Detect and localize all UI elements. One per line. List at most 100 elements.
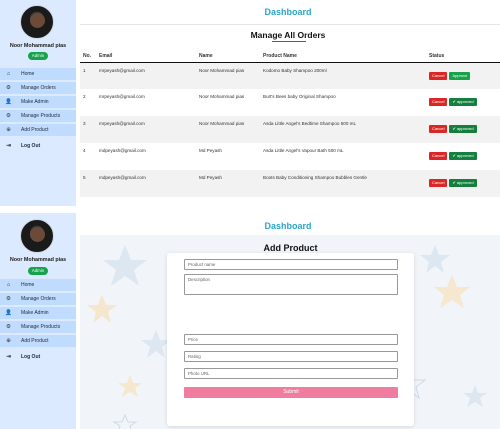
plus-circle-icon: ⊕ bbox=[6, 338, 11, 344]
logout-label: Log Out bbox=[21, 354, 41, 360]
rating-input[interactable]: Rating bbox=[184, 351, 398, 362]
row-number: 1 bbox=[80, 62, 96, 89]
sidebar-item-make-admin[interactable]: 👤 Make Admin bbox=[0, 96, 76, 108]
approved-label: approved bbox=[456, 99, 474, 104]
cancel-button[interactable]: Cancel bbox=[429, 152, 448, 160]
role-badge: Admin bbox=[28, 267, 48, 275]
orders-table: No. Email Name Product Name Status 1 mrp… bbox=[80, 51, 500, 197]
gears-icon: ⚙ bbox=[6, 324, 11, 330]
approved-badge: ✔ approved bbox=[449, 179, 477, 187]
sidebar-menu: ⌂ Home ⚙ Manage Orders 👤 Make Admin ⚙ Manage… bbox=[0, 68, 76, 154]
sidebar: Noor Mohammad pias Admin ⌂ Home ⚙ Manage O… bbox=[0, 0, 76, 206]
row-name: Md Peyash bbox=[196, 170, 260, 197]
approved-badge: ✔ approved bbox=[449, 98, 477, 106]
sidebar-item-label: Manage Products bbox=[21, 324, 61, 330]
row-product: Asda Little Angel's Vapour Bath 500 mL bbox=[263, 148, 344, 153]
user-name: Noor Mohammad pias bbox=[9, 257, 67, 263]
row-number: 4 bbox=[83, 148, 86, 153]
sidebar-item-label: Home bbox=[21, 71, 35, 77]
page-title: Dashboard bbox=[264, 7, 312, 17]
row-email: mrpeyash@gmail.com bbox=[96, 116, 196, 143]
sidebar-item-label: Make Admin bbox=[21, 99, 49, 105]
sidebar-item-make-admin[interactable]: 👤 Make Admin bbox=[0, 307, 76, 319]
cancel-button[interactable]: Cancel bbox=[429, 98, 448, 106]
logout-button[interactable]: ⇥ Log Out bbox=[0, 351, 76, 363]
sidebar-item-label: Manage Products bbox=[21, 113, 61, 119]
sidebar-item-manage-orders[interactable]: ⚙ Manage Orders bbox=[0, 82, 76, 94]
row-name: Noor Mohammad pias bbox=[196, 116, 260, 143]
row-name: Noor Mohammad pias bbox=[199, 94, 245, 99]
approved-badge: ✔ approved bbox=[449, 152, 477, 160]
row-product: Asda Little Angel's Bedtime Shampoo 500 … bbox=[260, 116, 426, 143]
column-header: Product Name bbox=[260, 51, 426, 63]
column-header: Email bbox=[96, 51, 196, 63]
row-number: 2 bbox=[83, 94, 86, 99]
user-name: Noor Mohammad pias bbox=[9, 43, 67, 49]
approved-label: approved bbox=[456, 153, 474, 158]
table-row: 1 mrpeyash@gmail.com Noor Mohammad pias … bbox=[80, 62, 500, 89]
sidebar: Noor Mohammad pias Admin ⌂ Home ⚙ Manage… bbox=[0, 213, 76, 429]
sidebar-item-add-product[interactable]: ⊕ Add Product bbox=[0, 124, 76, 136]
table-header-row: No. Email Name Product Name Status bbox=[80, 51, 500, 63]
title-underline bbox=[272, 41, 306, 42]
table-row: 3 mrpeyash@gmail.com Noor Mohammad pias … bbox=[80, 116, 500, 143]
home-icon: ⌂ bbox=[6, 282, 11, 288]
sidebar-item-manage-products[interactable]: ⚙ Manage Products bbox=[0, 321, 76, 333]
row-email: mrpeyash@gmail.com bbox=[99, 94, 145, 99]
sidebar-item-manage-products[interactable]: ⚙ Manage Products bbox=[0, 110, 76, 122]
section-title: Manage All Orders bbox=[250, 30, 326, 40]
sidebar-item-label: Add Product bbox=[21, 127, 49, 133]
plus-circle-icon: ⊕ bbox=[6, 127, 11, 133]
row-email: mdpeyash@gmail.com bbox=[96, 170, 196, 197]
row-name: Noor Mohammad pias bbox=[196, 62, 260, 89]
row-number: 3 bbox=[80, 116, 96, 143]
logout-button[interactable]: ⇥ Log Out bbox=[0, 140, 76, 152]
logout-label: Log Out bbox=[21, 143, 41, 149]
cancel-button[interactable]: Cancel bbox=[429, 71, 448, 80]
submit-button[interactable]: Submit bbox=[184, 387, 398, 398]
row-name: Md Peyash bbox=[199, 148, 222, 153]
product-name-input[interactable]: Product name bbox=[184, 259, 398, 270]
row-status: Cancel ✔ approved bbox=[426, 89, 500, 116]
description-textarea[interactable]: Description bbox=[184, 274, 398, 295]
gears-icon: ⚙ bbox=[6, 296, 11, 302]
role-badge: Admin bbox=[28, 52, 48, 60]
sidebar-item-label: Manage Orders bbox=[21, 296, 56, 302]
sidebar-item-add-product[interactable]: ⊕ Add Product bbox=[0, 335, 76, 347]
row-product: Burt's Bees baby Original Shampoo bbox=[263, 94, 336, 99]
sidebar-item-label: Home bbox=[21, 282, 35, 288]
sign-out-icon: ⇥ bbox=[6, 354, 11, 360]
approved-badge: ✔ approved bbox=[449, 125, 477, 133]
column-header: Name bbox=[196, 51, 260, 63]
gears-icon: ⚙ bbox=[6, 85, 11, 91]
photo-url-input[interactable]: Photo URL bbox=[184, 368, 398, 379]
row-product: Boots Baby Conditioning Shampoo Bubbles … bbox=[260, 170, 426, 197]
sidebar-item-home[interactable]: ⌂ Home bbox=[0, 279, 76, 291]
approve-button[interactable]: Approve bbox=[449, 71, 471, 80]
sign-out-icon: ⇥ bbox=[6, 143, 11, 149]
table-row: 4 mdpeyash@gmail.com Md Peyash Asda Litt… bbox=[80, 143, 500, 170]
sidebar-item-label: Manage Orders bbox=[21, 85, 56, 91]
sidebar-item-manage-orders[interactable]: ⚙ Manage Orders bbox=[0, 293, 76, 305]
avatar bbox=[20, 219, 54, 253]
row-status: Cancel Approve bbox=[426, 62, 500, 89]
page-title: Dashboard bbox=[264, 221, 312, 231]
row-status: Cancel ✔ approved bbox=[426, 170, 500, 197]
row-email: mdpeyash@gmail.com bbox=[99, 148, 146, 153]
user-plus-icon: 👤 bbox=[5, 99, 12, 105]
row-status: Cancel ✔ approved bbox=[426, 143, 500, 170]
gears-icon: ⚙ bbox=[6, 113, 11, 119]
divider bbox=[80, 24, 500, 25]
approved-label: approved bbox=[456, 126, 474, 131]
cancel-button[interactable]: Cancel bbox=[429, 179, 448, 187]
price-input[interactable]: Price bbox=[184, 334, 398, 345]
cancel-button[interactable]: Cancel bbox=[429, 125, 448, 133]
table-row: 2 mrpeyash@gmail.com Noor Mohammad pias … bbox=[80, 89, 500, 116]
row-email: mrpeyash@gmail.com bbox=[96, 62, 196, 89]
sidebar-item-label: Add Product bbox=[21, 338, 49, 344]
sidebar-menu: ⌂ Home ⚙ Manage Orders 👤 Make Admin ⚙ Manage… bbox=[0, 279, 76, 365]
row-product: Kodomo Baby Shampoo 200ml bbox=[260, 62, 426, 89]
sidebar-item-home[interactable]: ⌂ Home bbox=[0, 68, 76, 80]
column-header: Status bbox=[426, 51, 500, 63]
row-number: 5 bbox=[80, 170, 96, 197]
